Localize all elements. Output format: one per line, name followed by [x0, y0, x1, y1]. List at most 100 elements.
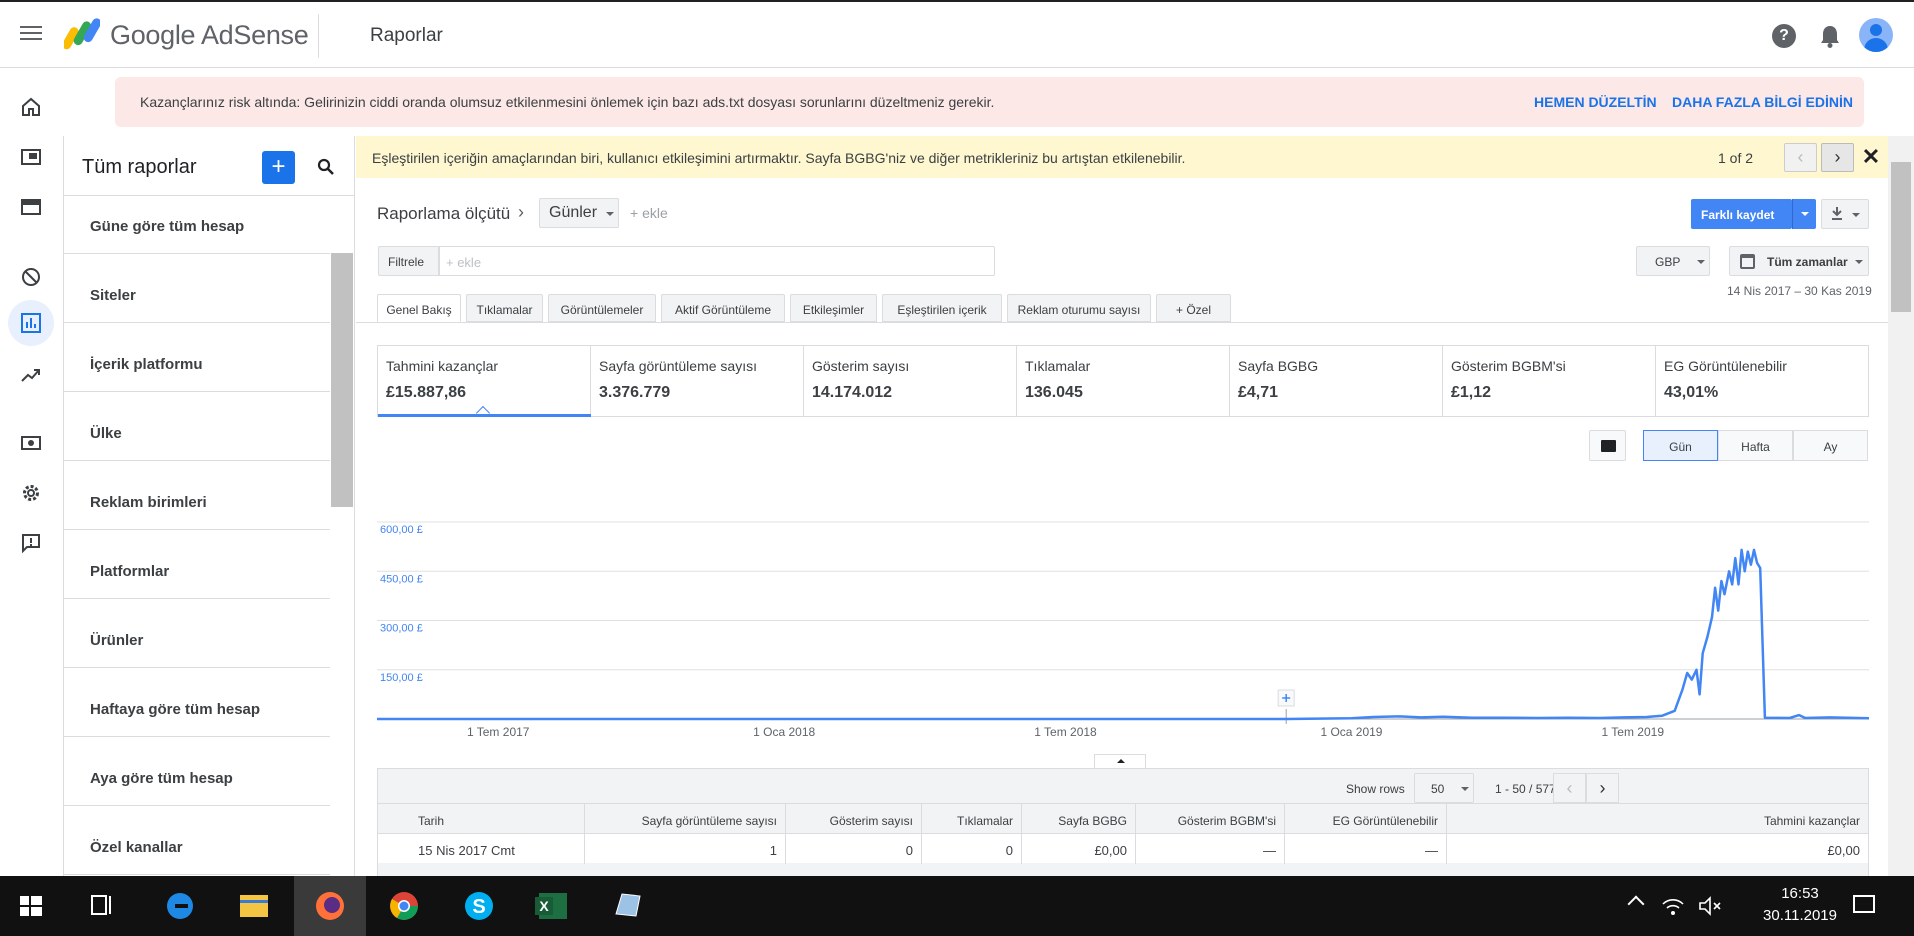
annotations-button[interactable] [1589, 430, 1626, 461]
show-hidden-icons-icon[interactable] [1627, 895, 1645, 913]
column-header[interactable]: Tarih [418, 814, 444, 828]
firefox-icon[interactable] [294, 876, 366, 936]
tab-views[interactable]: Görüntülemeler [548, 294, 656, 322]
report-item-platforms[interactable]: Platformlar [64, 541, 330, 599]
notice-prev-button[interactable]: ‹ [1784, 143, 1817, 172]
metric-impressions[interactable]: Gösterim sayısı 14.174.012 [804, 346, 1017, 416]
fix-now-link[interactable]: HEMEN DÜZELTİN [1534, 94, 1657, 110]
table-cell: £0,00 [1827, 843, 1860, 858]
report-item-custom-channels[interactable]: Özel kanallar [64, 817, 330, 875]
report-item-country[interactable]: Ülke [64, 403, 330, 461]
notice-close-icon[interactable]: ✕ [1858, 144, 1884, 170]
settings-gear-icon[interactable] [14, 476, 48, 510]
add-dimension-link[interactable]: + ekle [630, 205, 668, 221]
column-header[interactable]: Tıklamalar [957, 814, 1013, 828]
add-report-button[interactable]: + [262, 151, 295, 184]
metric-estimated-earnings[interactable]: Tahmini kazançlar £15.887,86 [378, 346, 591, 421]
granularity-week[interactable]: Hafta [1718, 430, 1793, 461]
tab-ad-sessions[interactable]: Reklam oturumu sayısı [1007, 294, 1151, 322]
wifi-icon[interactable] [1660, 894, 1686, 918]
column-header[interactable]: Tahmini kazançlar [1764, 814, 1860, 828]
dimension-select[interactable]: Günler [539, 198, 619, 228]
notice-next-button[interactable]: › [1821, 143, 1854, 172]
volume-muted-icon[interactable] [1697, 894, 1723, 918]
rows-per-page-select[interactable]: 50 [1414, 773, 1474, 803]
metric-value: £1,12 [1451, 384, 1492, 401]
clock-time[interactable]: 16:53 [1755, 885, 1845, 902]
tab-interactions[interactable]: Etkileşimler [790, 294, 877, 322]
tab-matched-content[interactable]: Eşleştirilen içerik [882, 294, 1002, 322]
ads-icon[interactable] [14, 140, 48, 174]
date-range-select-value: Tüm zamanlar [1767, 255, 1848, 269]
report-item-sites[interactable]: Siteler [64, 265, 330, 323]
page-prev-button[interactable]: ‹ [1553, 773, 1586, 803]
column-header[interactable]: Gösterim sayısı [830, 814, 913, 828]
column-header[interactable]: Sayfa BGBG [1058, 814, 1127, 828]
chrome-icon[interactable] [368, 876, 440, 936]
granularity-month[interactable]: Ay [1793, 430, 1868, 461]
page-next-button[interactable]: › [1586, 773, 1619, 803]
tab-overview[interactable]: Genel Bakış [377, 294, 461, 322]
granularity-day[interactable]: Gün [1643, 430, 1718, 461]
home-icon[interactable] [14, 90, 48, 124]
risk-banner-text: Kazançlarınız risk altında: Gelirinizin … [140, 94, 995, 110]
metric-value: 14.174.012 [812, 384, 893, 401]
search-icon[interactable] [314, 155, 338, 179]
payments-icon[interactable] [14, 426, 48, 460]
page-scrollbar-thumb[interactable] [1891, 162, 1911, 312]
column-header[interactable]: Gösterim BGBM'si [1178, 814, 1276, 828]
account-avatar[interactable] [1859, 18, 1893, 52]
clock-date[interactable]: 30.11.2019 [1745, 907, 1855, 924]
hamburger-menu-icon[interactable] [18, 22, 44, 48]
report-item-content-platform[interactable]: İçerik platformu [64, 334, 330, 392]
currency-select[interactable]: GBP [1636, 246, 1710, 276]
tab-clicks[interactable]: Tıklamalar [466, 294, 543, 322]
reports-sidebar: Tüm raporlar + Güne göre tüm hesap Sitel… [63, 136, 355, 876]
report-item-weekly-account[interactable]: Haftaya göre tüm hesap [64, 679, 330, 737]
filter-placeholder: + ekle [446, 255, 482, 270]
column-header[interactable]: EG Görüntülenebilir [1333, 814, 1438, 828]
filter-button[interactable]: Filtrele [378, 246, 439, 276]
column-header[interactable]: Sayfa görüntüleme sayısı [642, 814, 777, 828]
excel-icon[interactable]: X [517, 876, 589, 936]
report-item-ad-units[interactable]: Reklam birimleri [64, 472, 330, 530]
download-button[interactable] [1821, 199, 1869, 229]
tab-custom[interactable]: + Özel [1156, 294, 1231, 322]
edge-browser-icon[interactable] [144, 876, 216, 936]
file-explorer-icon[interactable] [218, 876, 290, 936]
filter-input[interactable]: + ekle [439, 246, 995, 276]
save-as-button[interactable]: Farklı kaydet [1691, 199, 1792, 229]
y-tick-label: 600,00 £ [380, 524, 423, 536]
report-item-monthly-account[interactable]: Aya göre tüm hesap [64, 748, 330, 806]
report-item-products[interactable]: Ürünler [64, 610, 330, 668]
collapse-chart-toggle[interactable] [1094, 754, 1146, 768]
table-header: Tarih Sayfa görüntüleme sayısı Gösterim sa… [378, 803, 1868, 834]
notepad-app-icon[interactable] [592, 876, 664, 936]
page-scrollbar[interactable] [1888, 136, 1914, 876]
metric-active-view-viewable[interactable]: EG Görüntülenebilir 43,01% [1656, 346, 1868, 416]
feedback-icon[interactable] [14, 526, 48, 560]
table-cell: 15 Nis 2017 Cmt [418, 843, 515, 858]
metric-impression-rpm[interactable]: Gösterim BGBM'si £1,12 [1443, 346, 1656, 416]
save-as-dropdown[interactable] [1792, 199, 1816, 229]
sites-icon[interactable] [14, 190, 48, 224]
skype-icon[interactable]: S [443, 876, 515, 936]
task-view-icon[interactable] [66, 876, 138, 936]
windows-taskbar: S X 16:53 30.11.2019 [0, 876, 1914, 936]
date-range-select[interactable]: Tüm zamanlar [1729, 246, 1869, 276]
blocking-controls-icon[interactable] [14, 260, 48, 294]
tab-active-view[interactable]: Aktif Görüntüleme [661, 294, 785, 322]
windows-start-icon[interactable] [0, 876, 72, 936]
optimization-trend-icon[interactable] [14, 358, 48, 392]
help-icon[interactable]: ? [1772, 24, 1796, 48]
reports-icon[interactable] [8, 300, 54, 346]
learn-more-link[interactable]: DAHA FAZLA BİLGİ EDİNİN [1672, 94, 1853, 110]
metric-clicks[interactable]: Tıklamalar 136.045 [1017, 346, 1230, 416]
metric-page-rpm[interactable]: Sayfa BGBG £4,71 [1230, 346, 1443, 416]
action-center-icon[interactable] [1853, 895, 1875, 913]
sidebar-scrollbar[interactable] [331, 253, 353, 507]
metric-page-views[interactable]: Sayfa görüntüleme sayısı 3.376.779 [591, 346, 804, 416]
notifications-bell-icon[interactable] [1819, 24, 1841, 48]
report-item-daily-account[interactable]: Güne göre tüm hesap [64, 196, 330, 254]
earnings-series-line [377, 548, 1870, 721]
